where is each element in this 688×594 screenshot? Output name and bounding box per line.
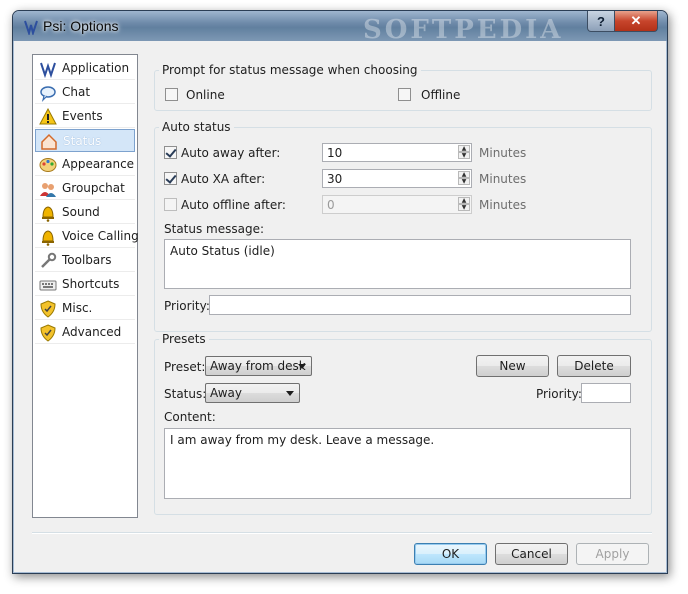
status-house-icon bbox=[41, 133, 57, 150]
bottom-separator bbox=[32, 532, 652, 534]
online-checkbox[interactable] bbox=[165, 88, 178, 101]
palette-icon bbox=[39, 158, 57, 172]
auto-status-group-title: Auto status bbox=[159, 120, 234, 134]
sidebar-item-label: Application bbox=[62, 61, 130, 75]
auto-away-spinbox[interactable]: 10 ▲ ▼ bbox=[322, 143, 472, 162]
sidebar-item-label: Shortcuts bbox=[62, 277, 120, 291]
window-title: Psi: Options bbox=[43, 18, 119, 34]
toolbar-icon bbox=[41, 252, 57, 268]
spin-down-icon[interactable]: ▼ bbox=[458, 152, 470, 159]
preset-label: Preset: bbox=[164, 360, 206, 374]
help-button[interactable]: ? bbox=[587, 11, 615, 32]
auto-away-checkbox[interactable] bbox=[164, 146, 177, 159]
sidebar-item-appearance[interactable]: Appearance bbox=[35, 153, 135, 176]
spin-up-icon[interactable]: ▲ bbox=[458, 145, 470, 152]
offline-checkbox[interactable] bbox=[398, 88, 411, 101]
sidebar-item-label: Appearance bbox=[62, 157, 135, 171]
sidebar-item-misc[interactable]: Misc. bbox=[35, 297, 135, 320]
shield-icon bbox=[40, 300, 56, 318]
auto-offline-value: 0 bbox=[327, 198, 335, 212]
auto-priority-input[interactable] bbox=[209, 295, 631, 315]
status-message-textarea[interactable]: Auto Status (idle) bbox=[164, 239, 631, 289]
auto-xa-label: Auto XA after: bbox=[181, 172, 266, 186]
auto-away-label: Auto away after: bbox=[181, 146, 281, 160]
options-category-list[interactable]: Application Chat Events Status Appearanc… bbox=[32, 54, 139, 518]
spin-up-icon[interactable]: ▲ bbox=[458, 171, 470, 178]
spin-down-icon[interactable]: ▼ bbox=[458, 204, 470, 211]
sidebar-item-advanced[interactable]: Advanced bbox=[35, 321, 135, 344]
spin-down-icon[interactable]: ▼ bbox=[458, 178, 470, 185]
sidebar-item-shortcuts[interactable]: Shortcuts bbox=[35, 273, 135, 296]
auto-offline-label: Auto offline after: bbox=[181, 198, 286, 212]
auto-offline-checkbox[interactable] bbox=[164, 198, 177, 211]
sidebar-item-sound[interactable]: Sound bbox=[35, 201, 135, 224]
new-preset-button[interactable]: New bbox=[476, 355, 549, 377]
preset-content-textarea[interactable]: I am away from my desk. Leave a message. bbox=[164, 428, 631, 499]
auto-away-value: 10 bbox=[327, 146, 343, 160]
warning-icon bbox=[39, 108, 57, 125]
chevron-down-icon bbox=[286, 391, 294, 396]
chat-bubble-icon bbox=[40, 86, 56, 102]
preset-priority-input[interactable] bbox=[581, 383, 631, 403]
delete-preset-button[interactable]: Delete bbox=[557, 355, 631, 377]
apply-button[interactable]: Apply bbox=[576, 543, 649, 565]
sidebar-item-label: Advanced bbox=[62, 325, 122, 339]
sidebar-item-voice-calling[interactable]: Voice Calling bbox=[35, 225, 139, 248]
preset-priority-label: Priority: bbox=[536, 387, 582, 401]
ok-button[interactable]: OK bbox=[414, 543, 487, 565]
close-button[interactable]: ✕ bbox=[614, 11, 658, 32]
preset-status-label: Status: bbox=[164, 387, 207, 401]
bell-icon bbox=[42, 230, 54, 246]
status-message-label: Status message: bbox=[164, 222, 265, 236]
auto-xa-value: 30 bbox=[327, 172, 343, 186]
psi-logo-icon bbox=[40, 62, 56, 78]
auto-xa-checkbox[interactable] bbox=[164, 172, 177, 185]
auto-away-unit: Minutes bbox=[479, 146, 527, 160]
spin-up-icon[interactable]: ▲ bbox=[458, 197, 470, 204]
sidebar-item-label: Groupchat bbox=[62, 181, 125, 195]
options-window: Psi: Options SOFTPEDIA ? ✕ Application C… bbox=[12, 10, 668, 574]
preset-content-text: I am away from my desk. Leave a message. bbox=[170, 433, 435, 447]
content-label: Content: bbox=[164, 410, 216, 424]
preset-select[interactable]: Away from desk bbox=[205, 356, 312, 376]
auto-xa-spinbox[interactable]: 30 ▲ ▼ bbox=[322, 169, 472, 188]
auto-offline-spinbox[interactable]: 0 ▲ ▼ bbox=[322, 195, 472, 214]
sidebar-item-label: Sound bbox=[62, 205, 100, 219]
sidebar-item-toolbars[interactable]: Toolbars bbox=[35, 249, 135, 272]
bell-icon bbox=[42, 206, 54, 222]
sidebar-item-groupchat[interactable]: Groupchat bbox=[35, 177, 135, 200]
sidebar-item-events[interactable]: Events bbox=[35, 105, 135, 128]
preset-status-select[interactable]: Away bbox=[205, 383, 300, 403]
online-label: Online bbox=[186, 88, 225, 102]
prompt-status-group-title: Prompt for status message when choosing bbox=[159, 63, 421, 77]
sidebar-item-label: Voice Calling bbox=[62, 229, 139, 243]
offline-label: Offline bbox=[421, 88, 461, 102]
cancel-button[interactable]: Cancel bbox=[495, 543, 568, 565]
sidebar-item-label: Chat bbox=[62, 85, 91, 99]
shield-icon bbox=[40, 324, 56, 342]
status-message-text: Auto Status (idle) bbox=[170, 244, 275, 258]
dialog-body: Application Chat Events Status Appearanc… bbox=[19, 41, 661, 567]
sidebar-item-label: Toolbars bbox=[62, 253, 112, 267]
sidebar-item-status[interactable]: Status bbox=[35, 129, 135, 152]
sidebar-item-label: Events bbox=[62, 109, 103, 123]
sidebar-item-chat[interactable]: Chat bbox=[35, 81, 135, 104]
presets-group-title: Presets bbox=[159, 332, 209, 346]
users-icon bbox=[40, 183, 56, 197]
title-bar[interactable]: Psi: Options SOFTPEDIA ? ✕ bbox=[13, 11, 667, 45]
keyboard-icon bbox=[39, 280, 57, 291]
auto-priority-label: Priority: bbox=[164, 299, 210, 313]
preset-select-value: Away from desk bbox=[210, 359, 306, 373]
auto-offline-unit: Minutes bbox=[479, 198, 527, 212]
sidebar-item-application[interactable]: Application bbox=[35, 57, 135, 80]
sidebar-item-label: Misc. bbox=[62, 301, 93, 315]
auto-xa-unit: Minutes bbox=[479, 172, 527, 186]
psi-logo-icon bbox=[24, 20, 38, 35]
preset-status-value: Away bbox=[210, 386, 242, 400]
sidebar-item-label: Status bbox=[63, 134, 102, 148]
chevron-down-icon bbox=[298, 364, 306, 369]
